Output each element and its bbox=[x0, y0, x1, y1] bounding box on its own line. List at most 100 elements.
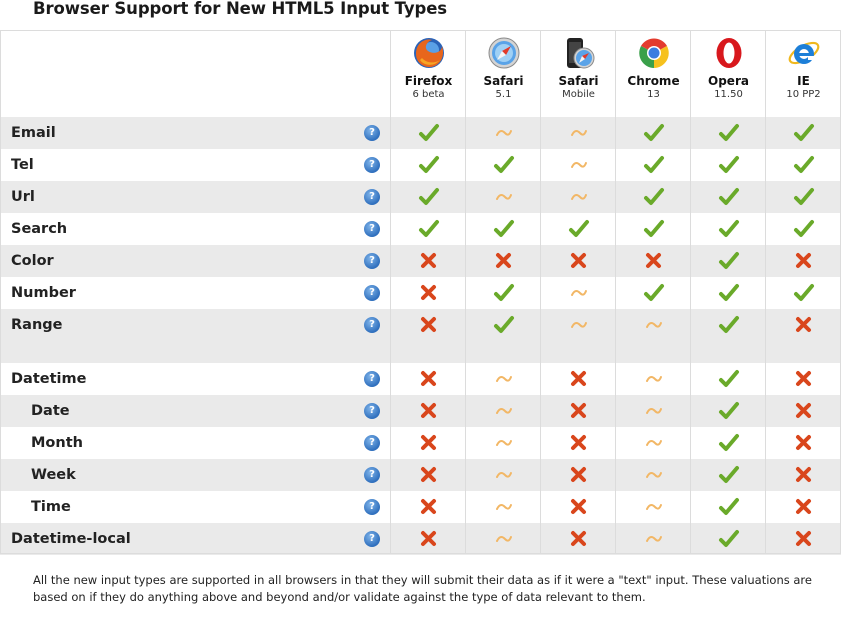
safari-mobile-icon bbox=[566, 38, 594, 69]
support-cell bbox=[616, 181, 691, 213]
support-cell bbox=[691, 213, 766, 245]
section-gap bbox=[0, 341, 841, 363]
check-icon bbox=[643, 188, 664, 205]
support-cell bbox=[391, 523, 466, 555]
browser-name: Chrome bbox=[627, 74, 680, 88]
support-cell bbox=[541, 459, 616, 491]
browser-header-1: Firefox 6 beta bbox=[391, 36, 466, 101]
help-icon[interactable]: ? bbox=[364, 221, 380, 237]
support-cell bbox=[541, 149, 616, 181]
support-cell bbox=[691, 117, 766, 149]
help-icon[interactable]: ? bbox=[364, 403, 380, 419]
footnote: All the new input types are supported in… bbox=[33, 573, 812, 604]
support-cell bbox=[616, 363, 691, 395]
support-cell bbox=[616, 395, 691, 427]
tilde-icon bbox=[570, 290, 587, 296]
browser-header-5: Opera 11.50 bbox=[691, 36, 766, 101]
support-cell bbox=[691, 491, 766, 523]
cross-icon bbox=[420, 371, 436, 386]
cross-icon bbox=[570, 435, 586, 450]
help-icon[interactable]: ? bbox=[364, 467, 380, 483]
browser-header-3: Safari Mobile bbox=[541, 36, 616, 101]
help-icon[interactable]: ? bbox=[364, 253, 380, 269]
cross-icon bbox=[795, 371, 811, 386]
check-icon bbox=[718, 316, 739, 333]
support-cell bbox=[466, 213, 541, 245]
check-icon bbox=[418, 156, 439, 173]
cross-icon bbox=[420, 253, 436, 268]
support-cell bbox=[616, 491, 691, 523]
input-type-label: Color bbox=[11, 253, 54, 269]
check-icon bbox=[718, 402, 739, 419]
ie-icon bbox=[788, 41, 819, 65]
cross-icon bbox=[795, 531, 811, 546]
browser-name: Safari bbox=[558, 74, 599, 88]
support-cell bbox=[766, 277, 841, 309]
input-type-label: Datetime bbox=[11, 371, 87, 387]
help-icon[interactable]: ? bbox=[364, 531, 380, 547]
support-cell bbox=[616, 459, 691, 491]
input-type-label: Search bbox=[11, 221, 68, 237]
help-icon[interactable]: ? bbox=[364, 317, 380, 333]
check-icon bbox=[568, 220, 589, 237]
input-type-label: Url bbox=[11, 189, 35, 205]
support-cell bbox=[766, 459, 841, 491]
check-icon bbox=[643, 220, 664, 237]
support-cell bbox=[391, 277, 466, 309]
input-type-label: Tel bbox=[11, 157, 34, 173]
cross-icon bbox=[570, 499, 586, 514]
support-cell bbox=[766, 149, 841, 181]
support-cell bbox=[766, 395, 841, 427]
support-cell bbox=[766, 523, 841, 555]
input-type-label: Month bbox=[31, 435, 83, 451]
browser-name: IE bbox=[797, 74, 810, 88]
check-icon bbox=[643, 124, 664, 141]
browser-version: 11.50 bbox=[714, 89, 743, 100]
check-icon bbox=[418, 188, 439, 205]
cross-icon bbox=[420, 531, 436, 546]
cross-icon bbox=[420, 467, 436, 482]
check-icon bbox=[793, 124, 814, 141]
check-icon bbox=[718, 370, 739, 387]
check-icon bbox=[718, 188, 739, 205]
check-icon bbox=[493, 156, 514, 173]
safari-icon bbox=[488, 37, 519, 69]
browser-header-4: Chrome 13 bbox=[616, 36, 691, 101]
cross-icon bbox=[420, 403, 436, 418]
help-icon[interactable]: ? bbox=[364, 189, 380, 205]
support-cell bbox=[391, 363, 466, 395]
support-cell bbox=[466, 459, 541, 491]
support-cell bbox=[391, 149, 466, 181]
help-icon[interactable]: ? bbox=[364, 125, 380, 141]
tilde-icon bbox=[645, 376, 662, 382]
support-cell bbox=[391, 309, 466, 341]
input-type-label: Datetime-local bbox=[11, 531, 131, 547]
support-cell bbox=[766, 117, 841, 149]
support-cell bbox=[466, 277, 541, 309]
support-cell bbox=[616, 213, 691, 245]
help-icon[interactable]: ? bbox=[364, 285, 380, 301]
cross-icon bbox=[795, 499, 811, 514]
help-icon[interactable]: ? bbox=[364, 371, 380, 387]
tilde-icon bbox=[570, 162, 587, 168]
help-icon[interactable]: ? bbox=[364, 157, 380, 173]
check-icon bbox=[418, 124, 439, 141]
cross-icon bbox=[645, 253, 661, 268]
help-icon[interactable]: ? bbox=[364, 499, 380, 515]
browser-name: Safari bbox=[483, 74, 524, 88]
tilde-icon bbox=[495, 194, 512, 200]
support-cell bbox=[616, 245, 691, 277]
support-cell bbox=[691, 459, 766, 491]
support-cell bbox=[466, 245, 541, 277]
support-cell bbox=[616, 149, 691, 181]
support-cell bbox=[541, 213, 616, 245]
support-cell bbox=[466, 523, 541, 555]
support-cell bbox=[766, 309, 841, 341]
cross-icon bbox=[795, 403, 811, 418]
support-cell bbox=[691, 149, 766, 181]
support-cell bbox=[616, 523, 691, 555]
input-type-label: Range bbox=[11, 317, 63, 333]
support-cell bbox=[766, 427, 841, 459]
help-icon[interactable]: ? bbox=[364, 435, 380, 451]
browser-version: 6 beta bbox=[412, 89, 445, 100]
